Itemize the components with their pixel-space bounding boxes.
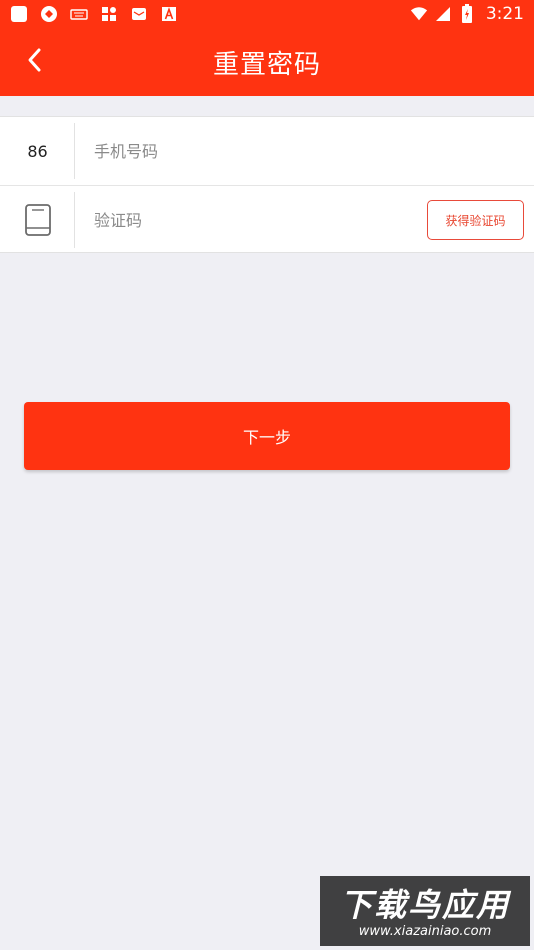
verification-code-input[interactable] xyxy=(94,198,414,242)
top-bar: 3:21 重置密码 xyxy=(0,0,534,96)
page-title: 重置密码 xyxy=(212,49,321,80)
verification-row: 获得验证码 xyxy=(0,185,534,253)
nav-bar: 重置密码 xyxy=(0,28,534,96)
get-code-button[interactable]: 获得验证码 xyxy=(427,200,524,240)
reset-form: 86 获得验证码 xyxy=(0,116,534,253)
back-button[interactable] xyxy=(14,38,54,82)
font-a-icon xyxy=(160,5,178,23)
app-square-icon xyxy=(10,5,28,23)
chevron-left-icon xyxy=(28,48,41,72)
watermark-title: 下载鸟应用 xyxy=(339,886,510,924)
status-icons-left xyxy=(0,5,178,23)
watermark-url: www.xiazainiao.com xyxy=(358,924,492,939)
battery-icon xyxy=(458,4,476,23)
next-button[interactable]: 下一步 xyxy=(24,402,510,470)
divider xyxy=(74,192,75,248)
phone-icon xyxy=(0,186,75,254)
country-code[interactable]: 86 xyxy=(0,117,75,185)
phone-row: 86 xyxy=(0,117,534,185)
keyboard-icon xyxy=(70,5,88,23)
divider xyxy=(74,123,75,179)
status-bar: 3:21 xyxy=(0,0,534,28)
phone-input[interactable] xyxy=(94,129,414,173)
apps-grid-icon xyxy=(100,5,118,23)
sync-icon xyxy=(40,5,58,23)
status-icons-right: 3:21 xyxy=(410,0,524,28)
status-time: 3:21 xyxy=(485,4,524,24)
mail-icon xyxy=(130,5,148,23)
signal-icon xyxy=(434,5,452,23)
wifi-icon xyxy=(410,5,428,23)
watermark-logo: 下载鸟应用 www.xiazainiao.com xyxy=(320,876,530,946)
